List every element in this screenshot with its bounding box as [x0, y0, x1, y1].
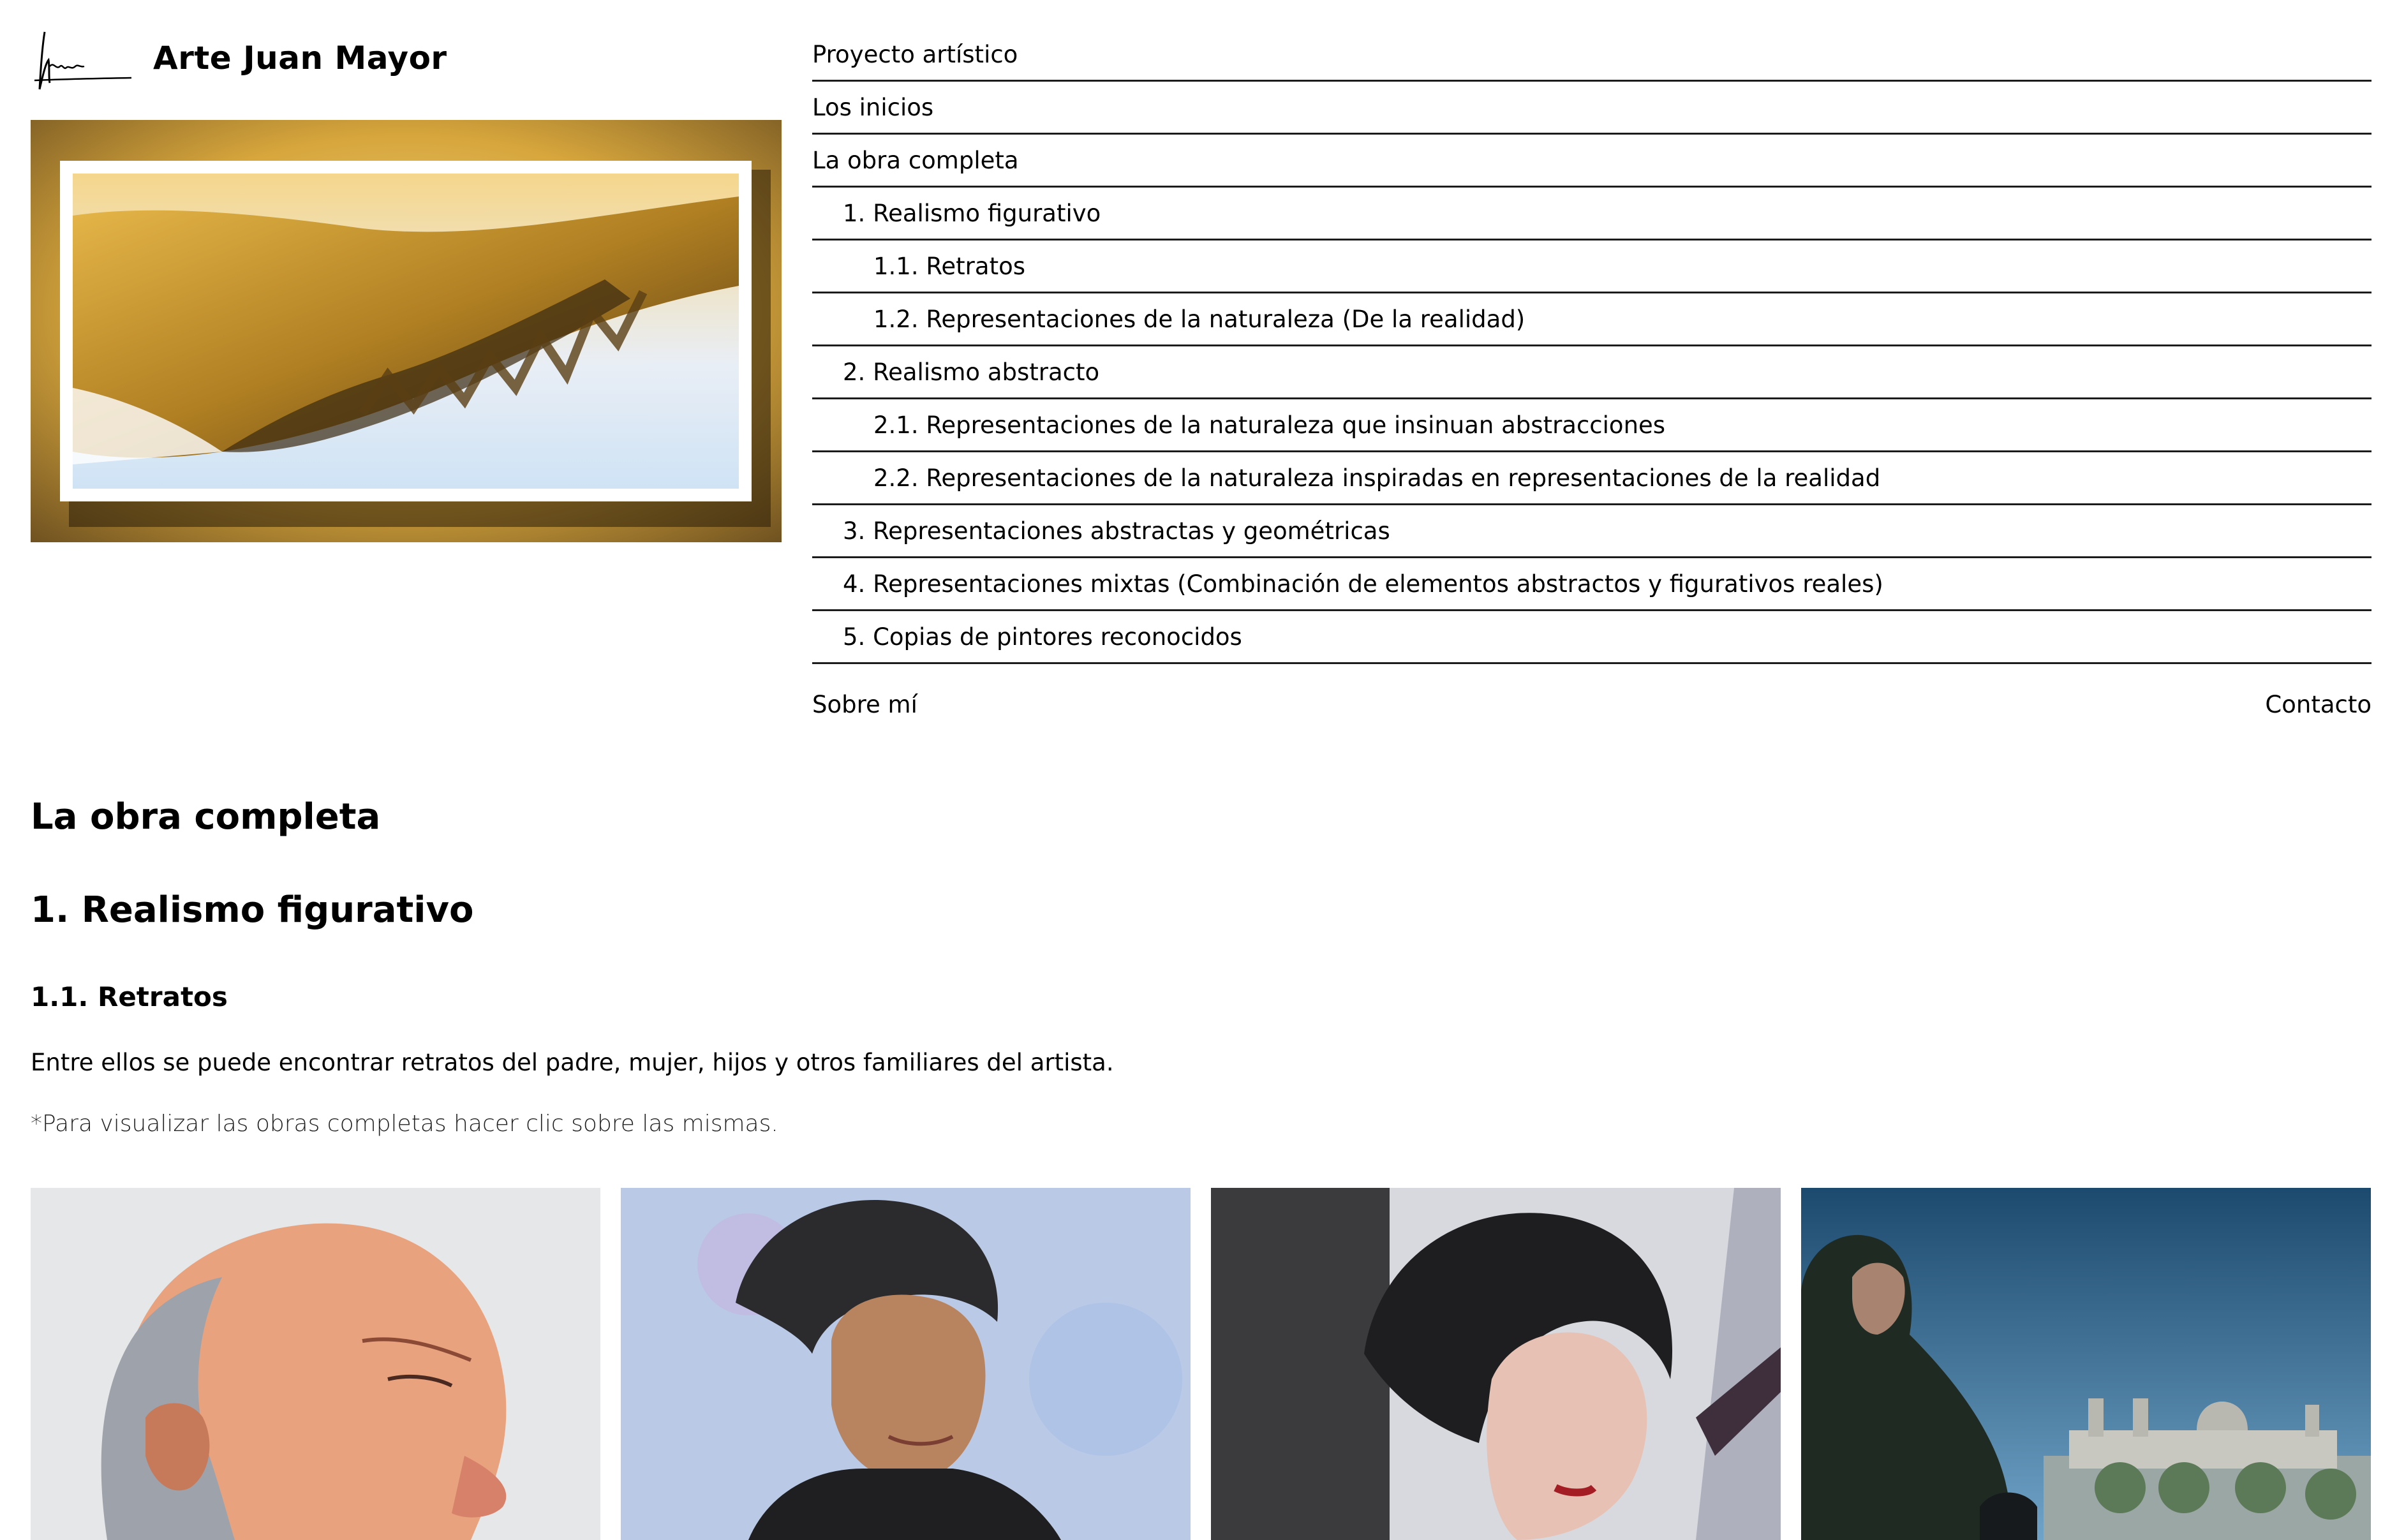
contact-link[interactable]: Contacto — [2265, 691, 2371, 718]
nav-item-naturaleza-realidad[interactable]: 1.2. Representaciones de la naturaleza (… — [812, 293, 2371, 346]
nav-item-naturaleza-inspiradas[interactable]: 2.2. Representaciones de la naturaleza i… — [812, 452, 2371, 505]
portrait-thumbnail-landscape-figure[interactable] — [1801, 1188, 2371, 1540]
nav-item-naturaleza-abstracciones[interactable]: 2.1. Representaciones de la naturaleza q… — [812, 399, 2371, 452]
portrait-thumbnail-woman[interactable] — [621, 1188, 1191, 1540]
signature-logo-icon[interactable] — [31, 28, 134, 92]
nav-item-retratos[interactable]: 1.1. Retratos — [812, 241, 2371, 293]
click-note: *Para visualizar las obras completas hac… — [31, 1111, 778, 1137]
main-nav: Proyecto artístico Los inicios La obra c… — [812, 29, 2371, 664]
intro-text: Entre ellos se puede encontrar retratos … — [31, 1049, 1114, 1076]
nav-item-realismo-figurativo[interactable]: 1. Realismo figurativo — [812, 188, 2371, 241]
page-title: La obra completa — [31, 796, 381, 838]
nav-item-representaciones-mixtas[interactable]: 4. Representaciones mixtas (Combinación … — [812, 558, 2371, 611]
nav-item-la-obra-completa[interactable]: La obra completa — [812, 135, 2371, 188]
nav-item-los-inicios[interactable]: Los inicios — [812, 82, 2371, 135]
section-heading: 1. Realismo figurativo — [31, 889, 474, 931]
nav-item-realismo-abstracto[interactable]: 2. Realismo abstracto — [812, 346, 2371, 399]
site-title[interactable]: Arte Juan Mayor — [153, 40, 447, 77]
portrait-thumbnail-father[interactable] — [31, 1188, 600, 1540]
subsection-heading: 1.1. Retratos — [31, 981, 228, 1012]
nav-item-abstractas-geometricas[interactable]: 3. Representaciones abstractas y geométr… — [812, 505, 2371, 558]
nav-item-copias-pintores[interactable]: 5. Copias de pintores reconocidos — [812, 611, 2371, 664]
hero-painting-image — [31, 120, 782, 542]
portrait-thumbnail-young-woman[interactable] — [1211, 1188, 1781, 1540]
about-link[interactable]: Sobre mí — [812, 691, 917, 718]
nav-item-proyecto-artistico[interactable]: Proyecto artístico — [812, 29, 2371, 82]
